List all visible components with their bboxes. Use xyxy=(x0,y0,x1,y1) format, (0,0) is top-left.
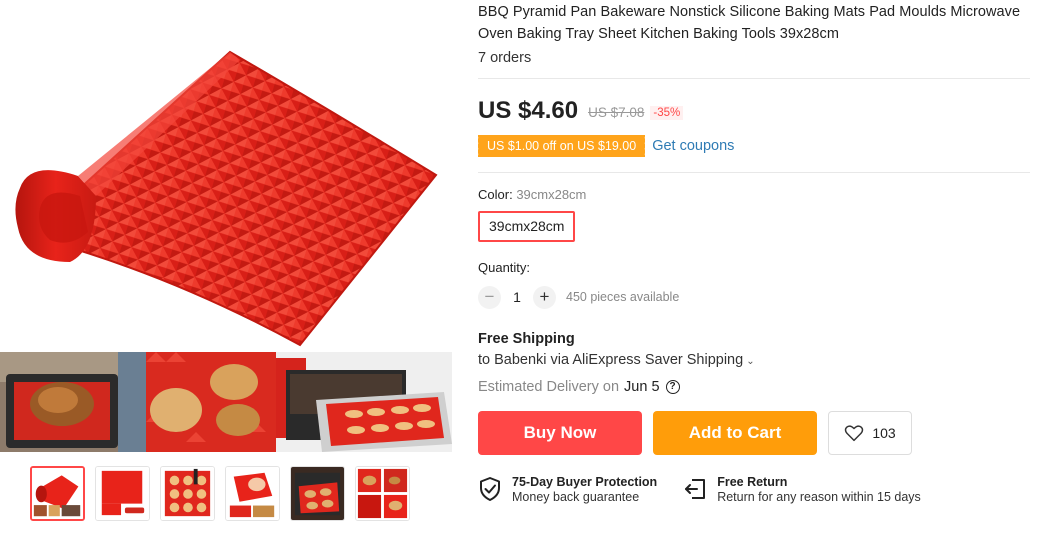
guarantee-subtitle: Money back guarantee xyxy=(512,490,640,504)
shield-check-icon xyxy=(480,477,500,501)
current-price: US $4.60 xyxy=(478,97,579,124)
guarantee-subtitle: Return for any reason within 15 days xyxy=(717,490,921,504)
free-return[interactable]: Free Return Return for any reason within… xyxy=(683,475,921,505)
add-to-cart-button[interactable]: Add to Cart xyxy=(653,411,817,455)
thumbnail-4[interactable] xyxy=(225,466,280,521)
quantity-label: Quantity: xyxy=(478,260,531,275)
scene-image-chicken-tray[interactable] xyxy=(0,352,146,452)
heart-icon xyxy=(845,425,864,442)
silicone-mat-image xyxy=(15,50,438,347)
color-label-text: Color: xyxy=(478,187,513,202)
quantity-minus-button[interactable]: − xyxy=(478,285,501,309)
product-title: BBQ Pyramid Pan Bakeware Nonstick Silico… xyxy=(478,4,1021,42)
buyer-protection[interactable]: 75-Day Buyer Protection Money back guara… xyxy=(478,475,657,505)
delivery-date: Jun 5 xyxy=(624,379,660,395)
coupon-badge: US $1.00 off on US $19.00 xyxy=(475,135,648,157)
buy-now-button[interactable]: Buy Now xyxy=(478,411,642,455)
guarantee-title: 75-Day Buyer Protection xyxy=(512,475,658,489)
scene-image-strip xyxy=(0,352,452,452)
thumbnail-6[interactable] xyxy=(355,466,410,521)
get-coupons-link[interactable]: Get coupons xyxy=(652,138,734,154)
scene-image-oven[interactable] xyxy=(276,352,452,452)
divider xyxy=(478,172,1030,173)
color-selected-value: 39cmx28cm xyxy=(516,187,587,202)
help-icon[interactable]: ? xyxy=(665,380,680,394)
color-label: Color: 39cmx28cm xyxy=(478,187,1030,203)
estimated-delivery: Estimated Delivery on Jun 5 ? xyxy=(478,377,1030,397)
delivery-prefix: Estimated Delivery on xyxy=(478,379,620,395)
thumbnail-list xyxy=(30,466,410,521)
discount-badge: -35% xyxy=(650,105,684,120)
product-details: BBQ Pyramid Pan Bakeware Nonstick Silico… xyxy=(475,0,1030,505)
wishlist-count: 103 xyxy=(872,425,896,441)
thumbnail-3[interactable] xyxy=(160,466,215,521)
guarantees: 75-Day Buyer Protection Money back guara… xyxy=(478,475,1030,505)
guarantee-title: Free Return xyxy=(717,475,788,489)
main-product-image[interactable] xyxy=(0,0,452,352)
order-count: 7 orders xyxy=(478,50,532,66)
thumbnail-1[interactable] xyxy=(30,466,85,521)
thumbnail-2[interactable] xyxy=(95,466,150,521)
wishlist-button[interactable]: 103 xyxy=(828,411,912,455)
divider xyxy=(478,78,1030,79)
shipping-method[interactable]: to Babenki via AliExpress Saver Shipping… xyxy=(478,352,1030,372)
thumbnail-5[interactable] xyxy=(290,466,345,521)
return-icon xyxy=(685,479,706,499)
sku-option-39x28[interactable]: 39cmx28cm xyxy=(478,211,576,242)
quantity-stepper: − + 450 pieces available xyxy=(478,285,1030,309)
price-row: US $4.60 US $7.08 -35% xyxy=(478,96,1030,126)
scene-image-chicken-closeup[interactable] xyxy=(146,352,276,452)
shipping-method-text: to Babenki via AliExpress Saver Shipping xyxy=(478,352,744,368)
quantity-plus-button[interactable]: + xyxy=(533,285,556,309)
coupon-row: US $1.00 off on US $19.00 Get coupons xyxy=(475,134,1030,158)
product-gallery xyxy=(0,0,452,534)
action-buttons: Buy Now Add to Cart 103 xyxy=(478,411,1030,455)
quantity-input[interactable] xyxy=(501,289,533,305)
chevron-down-icon: ⌄ xyxy=(746,356,755,367)
shipping-title: Free Shipping xyxy=(478,331,575,347)
original-price: US $7.08 xyxy=(588,105,645,120)
pieces-available: 450 pieces available xyxy=(566,290,680,304)
